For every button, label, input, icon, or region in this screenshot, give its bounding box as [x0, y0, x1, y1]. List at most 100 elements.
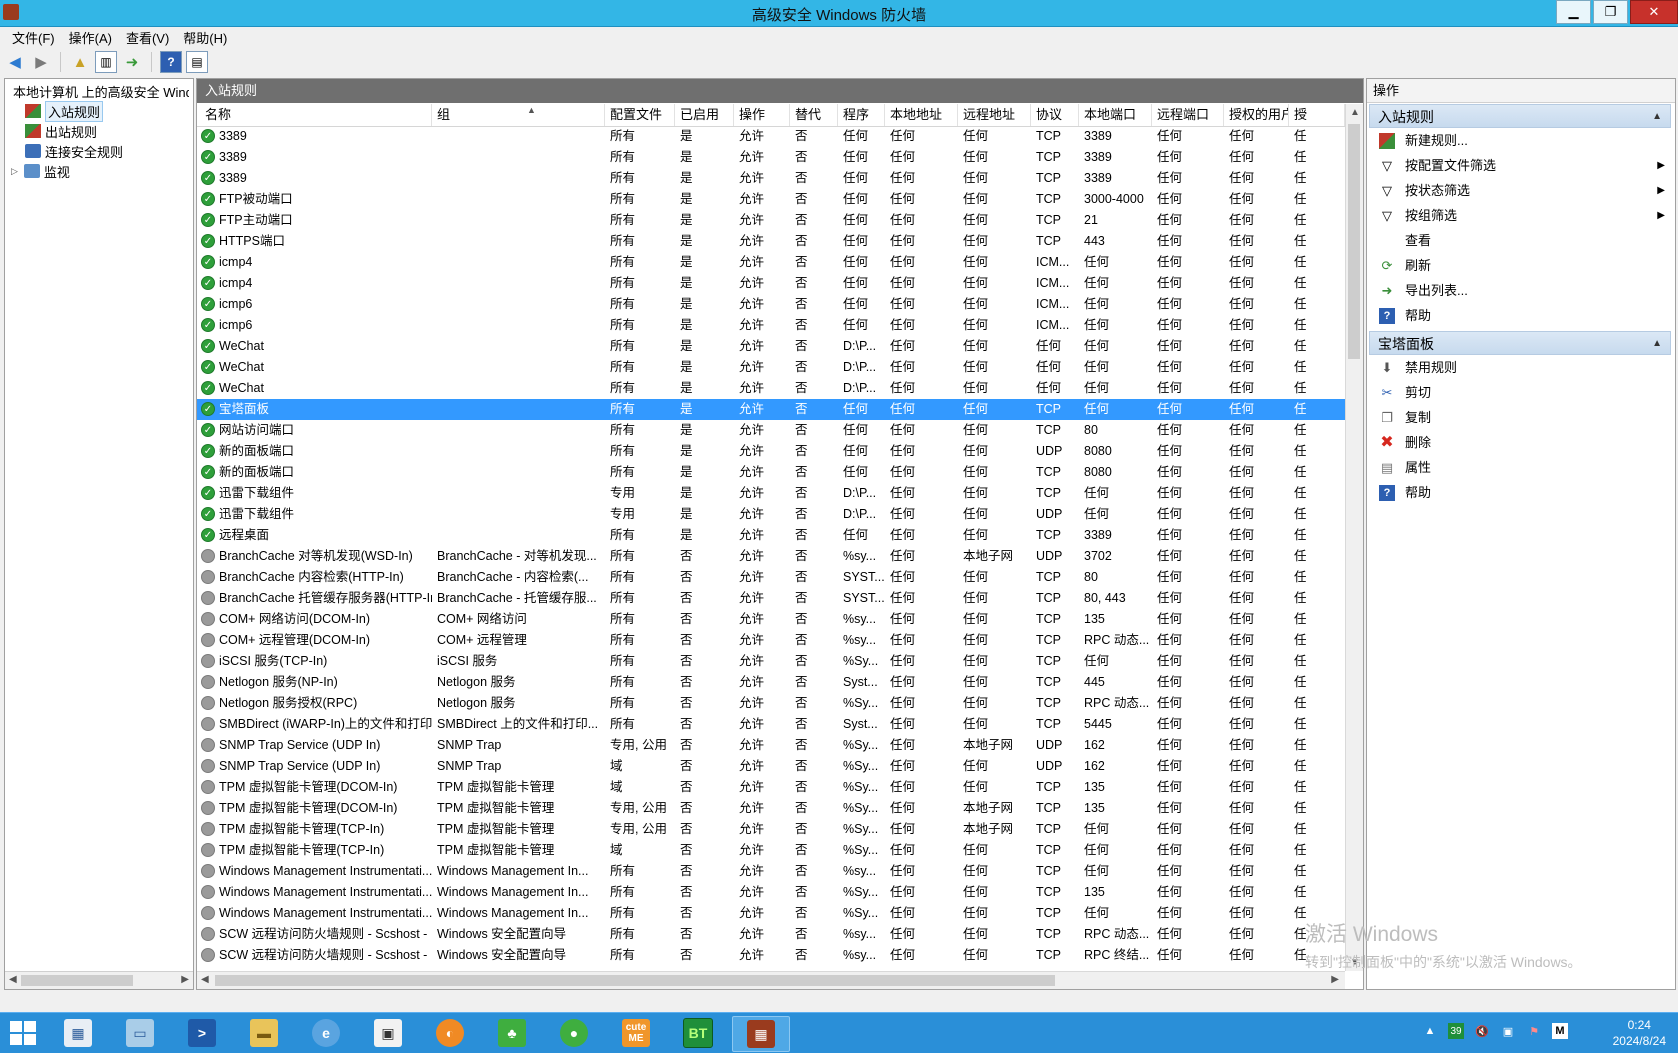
table-row[interactable]: TPM 虚拟智能卡管理(TCP-In) TPM 虚拟智能卡管理 专用, 公用否允许否… — [197, 819, 1345, 840]
table-row[interactable]: ✓ 网站访问端口 所有 是 允许 否 任何 任何 任何 TCP 80 任何 任何 任 — [197, 420, 1345, 441]
column-header-profile[interactable]: 配置文件 — [605, 104, 675, 126]
table-row[interactable]: TPM 虚拟智能卡管理(DCOM-In) TPM 虚拟智能卡管理 专用, 公用否允许… — [197, 798, 1345, 819]
taskbar-explorer-window[interactable]: ▭ — [112, 1016, 168, 1050]
action-disable-rule[interactable]: ⬇ 禁用规则 — [1371, 356, 1671, 380]
table-row[interactable]: ✓ 3389 所有 是 允许 否 任何 任何 任何 TCP 3389 任何 任何 任 — [197, 147, 1345, 168]
tray-overflow-icon[interactable]: ▲ — [1422, 1023, 1438, 1039]
scroll-right-icon[interactable]: ▶ — [181, 974, 189, 985]
table-row[interactable]: ✓ icmp4 所有 是 允许 否 任何 任何 任何 ICM... 任何 任何 任何 任 — [197, 252, 1345, 273]
column-header-enabled[interactable]: 已启用 — [675, 104, 734, 126]
taskbar-server-manager[interactable]: ▦ — [50, 1016, 106, 1050]
start-button[interactable] — [10, 1021, 36, 1045]
collapse-caret-icon[interactable]: ▲ — [1652, 105, 1662, 129]
table-row[interactable]: BranchCache 托管缓存服务器(HTTP-In) BranchCache … — [197, 588, 1345, 609]
collapse-caret-icon[interactable]: ▲ — [1652, 332, 1662, 356]
table-row[interactable]: ✓ FTP主动端口 所有 是 允许 否 任何 任何 任何 TCP 21 任何 任何 任 — [197, 210, 1345, 231]
menu-help[interactable]: 帮助(H) — [177, 27, 233, 47]
table-row[interactable]: Windows Management Instrumentati... Windo… — [197, 882, 1345, 903]
taskbar-baota[interactable]: BT — [670, 1016, 726, 1050]
table-row[interactable]: ✓ 远程桌面 所有 是 允许 否 任何 任何 任何 TCP 3389 任何 任何 任 — [197, 525, 1345, 546]
table-row[interactable]: ✓ icmp6 所有 是 允许 否 任何 任何 任何 ICM... 任何 任何 任何 任 — [197, 315, 1345, 336]
menu-view[interactable]: 查看(V) — [120, 27, 175, 47]
tray-badge-icon[interactable]: 39 — [1448, 1023, 1464, 1039]
table-row[interactable]: Netlogon 服务(NP-In) Netlogon 服务 所有 否 允许 否 Syst.… — [197, 672, 1345, 693]
column-header-remote-port[interactable]: 远程端口 — [1152, 104, 1224, 126]
table-row[interactable]: Netlogon 服务授权(RPC) Netlogon 服务 所有 否 允许 否 %Sy..… — [197, 693, 1345, 714]
table-row[interactable]: BranchCache 内容检索(HTTP-In) BranchCache - 内… — [197, 567, 1345, 588]
column-header-remote-address[interactable]: 远程地址 — [958, 104, 1031, 126]
action-copy[interactable]: ❐ 复制 — [1371, 406, 1671, 430]
column-header-local-port[interactable]: 本地端口 — [1079, 104, 1152, 126]
action-help-rule[interactable]: ? 帮助 — [1371, 481, 1671, 505]
network-icon[interactable]: ▣ — [1500, 1023, 1516, 1039]
flag-icon[interactable]: ⚑ — [1526, 1023, 1542, 1039]
column-header-action[interactable]: 操作 — [734, 104, 790, 126]
table-row[interactable]: ✓ icmp4 所有 是 允许 否 任何 任何 任何 ICM... 任何 任何 任何 任 — [197, 273, 1345, 294]
table-row[interactable]: TPM 虚拟智能卡管理(TCP-In) TPM 虚拟智能卡管理 域 否 允许 否 %Sy..… — [197, 840, 1345, 861]
action-view[interactable]: 查看 ▶ — [1371, 229, 1678, 253]
table-row[interactable]: SCW 远程访问防火墙规则 - Scshost - ... Windows 安全配… — [197, 924, 1345, 945]
speaker-muted-icon[interactable]: 🔇 — [1474, 1023, 1490, 1039]
column-header-local-address[interactable]: 本地地址 — [885, 104, 958, 126]
scroll-right-icon[interactable]: ▶ — [1331, 974, 1339, 985]
table-row[interactable]: Windows Management Instrumentati... Windo… — [197, 861, 1345, 882]
table-row[interactable]: ✓ 迅雷下载组件 专用 是 允许 否 D:\P... 任何 任何 UDP 任何 任何 任何 任 — [197, 504, 1345, 525]
taskbar-firewall[interactable]: ▦ — [732, 1016, 790, 1052]
column-header-authorized-users[interactable]: 授权的用户 — [1224, 104, 1289, 126]
scroll-left-icon[interactable]: ◀ — [9, 974, 17, 985]
menu-action[interactable]: 操作(A) — [63, 27, 118, 47]
scroll-left-icon[interactable]: ◀ — [201, 974, 209, 985]
taskbar-window-app[interactable]: ▣ — [360, 1016, 416, 1050]
action-export-list[interactable]: ➜ 导出列表... — [1371, 279, 1671, 303]
scroll-thumb[interactable] — [215, 975, 1055, 986]
action-new-rule[interactable]: 新建规则... — [1371, 129, 1671, 153]
scroll-up-icon[interactable]: ▲ — [1350, 107, 1360, 118]
column-header-name[interactable]: 名称 — [197, 104, 432, 126]
restore-button[interactable]: ❐ — [1593, 0, 1628, 24]
table-row[interactable]: COM+ 远程管理(DCOM-In) COM+ 远程管理 所有 否 允许 否 %sy... 任… — [197, 630, 1345, 651]
taskbar-powershell[interactable]: > — [174, 1016, 230, 1050]
show-hide-tree-icon[interactable]: ▥ — [95, 51, 117, 73]
table-row[interactable]: ✓ HTTPS端口 所有 是 允许 否 任何 任何 任何 TCP 443 任何 任何 任 — [197, 231, 1345, 252]
scroll-thumb[interactable] — [21, 975, 133, 986]
column-header-group[interactable]: 组 — [432, 104, 605, 126]
action-filter-profile[interactable]: ▽ 按配置文件筛选 ▶ — [1371, 154, 1671, 178]
close-button[interactable]: ✕ — [1630, 0, 1678, 24]
action-refresh[interactable]: ⟳ 刷新 — [1371, 254, 1671, 278]
taskbar-user-app[interactable]: ● — [546, 1016, 602, 1050]
column-header-protocol[interactable]: 协议 — [1031, 104, 1079, 126]
actions-section-inbound[interactable]: 入站规则 ▲ — [1369, 104, 1671, 128]
taskbar-cuteftp[interactable]: cute ME — [608, 1016, 664, 1050]
table-row[interactable]: Windows Management Instrumentati... Windo… — [197, 903, 1345, 924]
rules-vertical-scrollbar[interactable]: ▲ ▼ — [1345, 104, 1363, 971]
back-arrow-icon[interactable]: ◀ — [4, 51, 26, 73]
column-header-program[interactable]: 程序 — [838, 104, 885, 126]
menu-file[interactable]: 文件(F) — [6, 27, 61, 47]
action-help[interactable]: ? 帮助 — [1371, 304, 1671, 328]
ime-indicator[interactable]: M — [1552, 1023, 1568, 1039]
expand-arrow-icon[interactable]: ▷ — [11, 166, 18, 177]
taskbar-orange-app[interactable]: ◐ — [422, 1016, 478, 1050]
tree-item-outbound[interactable]: 出站规则 — [25, 121, 97, 141]
table-row[interactable]: ✓ WeChat 所有 是 允许 否 D:\P... 任何 任何 任何 任何 任何 任何 任 — [197, 336, 1345, 357]
taskbar-internet-explorer[interactable]: e — [298, 1016, 354, 1050]
table-row[interactable]: TPM 虚拟智能卡管理(DCOM-In) TPM 虚拟智能卡管理 域 否 允许 否 %Sy.… — [197, 777, 1345, 798]
table-row[interactable]: ✓ FTP被动端口 所有 是 允许 否 任何 任何 任何 TCP 3000-4000 任何 任何 任 — [197, 189, 1345, 210]
rules-horizontal-scrollbar[interactable]: ◀ ▶ — [197, 971, 1345, 989]
table-row[interactable]: COM+ 网络访问(DCOM-In) COM+ 网络访问 所有 否 允许 否 %sy... 任… — [197, 609, 1345, 630]
table-row[interactable]: ✓ icmp6 所有 是 允许 否 任何 任何 任何 ICM... 任何 任何 任何 任 — [197, 294, 1345, 315]
table-row[interactable]: SNMP Trap Service (UDP In) SNMP Trap 专用, 公… — [197, 735, 1345, 756]
table-row[interactable]: ✓ 宝塔面板 所有 是 允许 否 任何 任何 任何 TCP 任何 任何 任何 任 — [197, 399, 1345, 420]
tree-item-connection-security[interactable]: 连接安全规则 — [25, 141, 123, 161]
column-header-authorized-computers[interactable]: 授 — [1289, 104, 1345, 126]
taskbar-file-explorer[interactable]: ▬ — [236, 1016, 292, 1050]
table-row[interactable]: ✓ 迅雷下载组件 专用 是 允许 否 D:\P... 任何 任何 TCP 任何 任何 任何 任 — [197, 483, 1345, 504]
minimize-button[interactable]: ▁ — [1556, 0, 1591, 24]
table-row[interactable]: ✓ 新的面板端口 所有 是 允许 否 任何 任何 任何 UDP 8080 任何 任何 任 — [197, 441, 1345, 462]
table-row[interactable]: ✓ 3389 所有 是 允许 否 任何 任何 任何 TCP 3389 任何 任何 任 — [197, 168, 1345, 189]
table-row[interactable]: ✓ 新的面板端口 所有 是 允许 否 任何 任何 任何 TCP 8080 任何 任何 任 — [197, 462, 1345, 483]
table-row[interactable]: ✓ WeChat 所有 是 允许 否 D:\P... 任何 任何 任何 任何 任何 任何 任 — [197, 378, 1345, 399]
tree-horizontal-scrollbar[interactable]: ◀ ▶ — [5, 971, 193, 989]
help-icon[interactable]: ? — [160, 51, 182, 73]
table-row[interactable]: ✓ 3389 所有 是 允许 否 任何 任何 任何 TCP 3389 任何 任何 任 — [197, 126, 1345, 147]
